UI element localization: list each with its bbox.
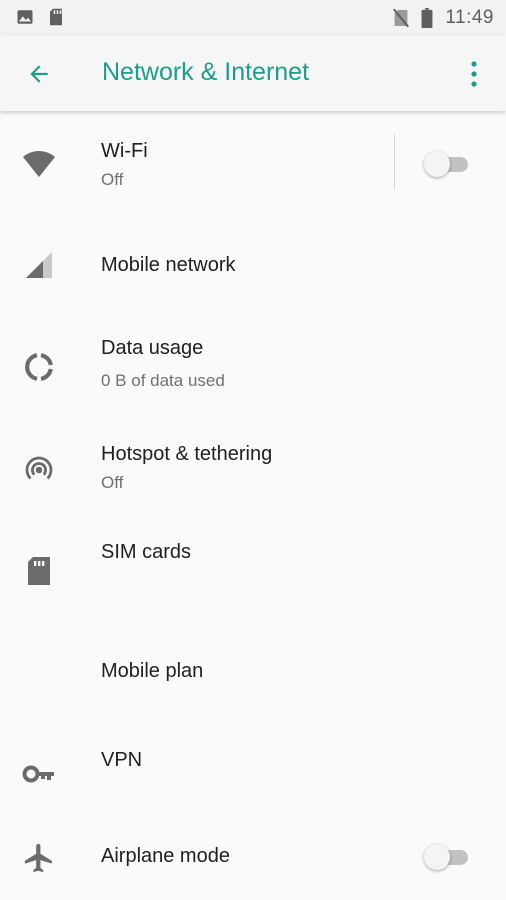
wifi-title: Wi-Fi	[101, 140, 148, 162]
mobile-plan-row[interactable]: Mobile plan	[0, 625, 506, 721]
data-usage-title: Data usage	[101, 337, 204, 359]
sd-card-icon	[50, 8, 62, 26]
wifi-toggle-thumb	[424, 151, 450, 177]
sim-cards-row[interactable]: SIM cards	[0, 521, 506, 625]
airplane-icon	[24, 843, 52, 873]
data-usage-row[interactable]: Data usage 0 B of data used	[0, 315, 506, 421]
wifi-subtitle: Off	[101, 170, 124, 189]
sim-card-icon	[28, 557, 50, 585]
signal-icon	[26, 252, 52, 278]
mobile-plan-title: Mobile plan	[101, 660, 204, 682]
wifi-divider	[394, 134, 395, 190]
battery-icon	[421, 7, 433, 28]
hotspot-subtitle: Off	[101, 473, 124, 492]
wifi-toggle[interactable]	[422, 149, 470, 179]
hotspot-icon	[25, 456, 53, 480]
data-usage-icon	[25, 353, 53, 381]
page-title: Network & Internet	[102, 58, 310, 86]
no-sim-icon	[393, 8, 410, 27]
status-bar: 11:49	[0, 0, 506, 35]
sim-cards-title: SIM cards	[101, 541, 192, 563]
airplane-toggle[interactable]	[422, 842, 470, 872]
app-bar: Network & Internet	[0, 35, 506, 111]
airplane-toggle-thumb	[424, 844, 450, 870]
airplane-row[interactable]: Airplane mode	[0, 821, 506, 900]
mobile-network-row[interactable]: Mobile network	[0, 217, 506, 315]
hotspot-row[interactable]: Hotspot & tethering Off	[0, 421, 506, 521]
hotspot-title: Hotspot & tethering	[101, 443, 273, 465]
more-vert-icon[interactable]	[468, 59, 480, 89]
wifi-row[interactable]: Wi-Fi Off	[0, 111, 506, 217]
status-time: 11:49	[445, 6, 494, 28]
wifi-icon	[23, 151, 55, 177]
vpn-title: VPN	[101, 749, 143, 771]
vpn-row[interactable]: VPN	[0, 721, 506, 821]
image-icon	[17, 10, 33, 24]
mobile-network-title: Mobile network	[101, 254, 236, 276]
data-usage-subtitle: 0 B of data used	[101, 371, 225, 390]
airplane-title: Airplane mode	[101, 845, 230, 867]
arrow-left-icon[interactable]	[26, 61, 52, 87]
vpn-key-icon	[22, 765, 54, 783]
